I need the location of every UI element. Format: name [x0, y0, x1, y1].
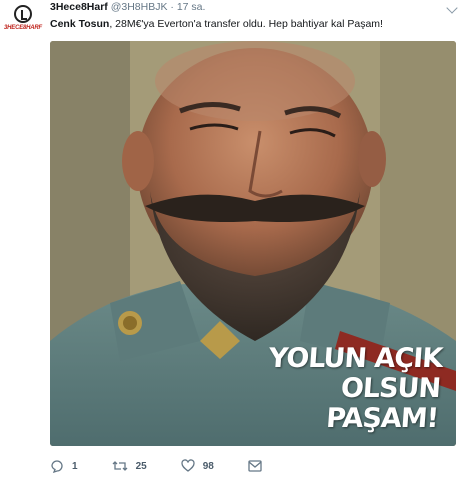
caption-line-2: PAŞAM!	[325, 403, 440, 434]
mention: Cenk Tosun	[50, 18, 110, 30]
display-name[interactable]: 3Hece8Harf	[50, 1, 108, 13]
retweet-button[interactable]: 25	[112, 459, 147, 473]
retweet-count: 25	[135, 460, 147, 472]
reply-count: 1	[72, 460, 78, 472]
like-icon	[181, 459, 195, 472]
message-button[interactable]	[248, 460, 270, 472]
user-handle[interactable]: @3H8HBJK	[111, 1, 168, 13]
like-button[interactable]: 98	[181, 459, 214, 473]
message-icon	[248, 460, 262, 472]
reply-icon	[51, 460, 63, 473]
caption-line-1: YOLUN AÇIK OLSUN	[267, 343, 444, 404]
logo-icon	[14, 5, 32, 23]
image-caption: YOLUN AÇIK OLSUN PAŞAM!	[177, 343, 444, 434]
timestamp[interactable]: 17 sa.	[177, 1, 206, 13]
tweet: 3HECE8HARF 3Hece8Harf @3H8HBJK · 17 sa. …	[0, 0, 464, 482]
avatar-logo-text: 3HECE8HARF	[4, 25, 43, 31]
avatar[interactable]: 3HECE8HARF	[4, 4, 42, 38]
like-count: 98	[202, 460, 214, 472]
tweet-body: , 28M€'ya Everton'a transfer oldu. Hep b…	[109, 18, 383, 30]
tweet-actions: 1 25 98	[50, 458, 304, 474]
reply-button[interactable]: 1	[50, 459, 78, 473]
retweet-icon	[112, 461, 128, 471]
tweet-text: Cenk Tosun, 28M€'ya Everton'a transfer o…	[50, 18, 383, 30]
caret-down-icon[interactable]	[446, 2, 458, 14]
tweet-header: 3Hece8Harf @3H8HBJK · 17 sa.	[50, 1, 205, 13]
tweet-image[interactable]: YOLUN AÇIK OLSUN PAŞAM!	[50, 41, 456, 446]
separator: ·	[170, 1, 174, 13]
